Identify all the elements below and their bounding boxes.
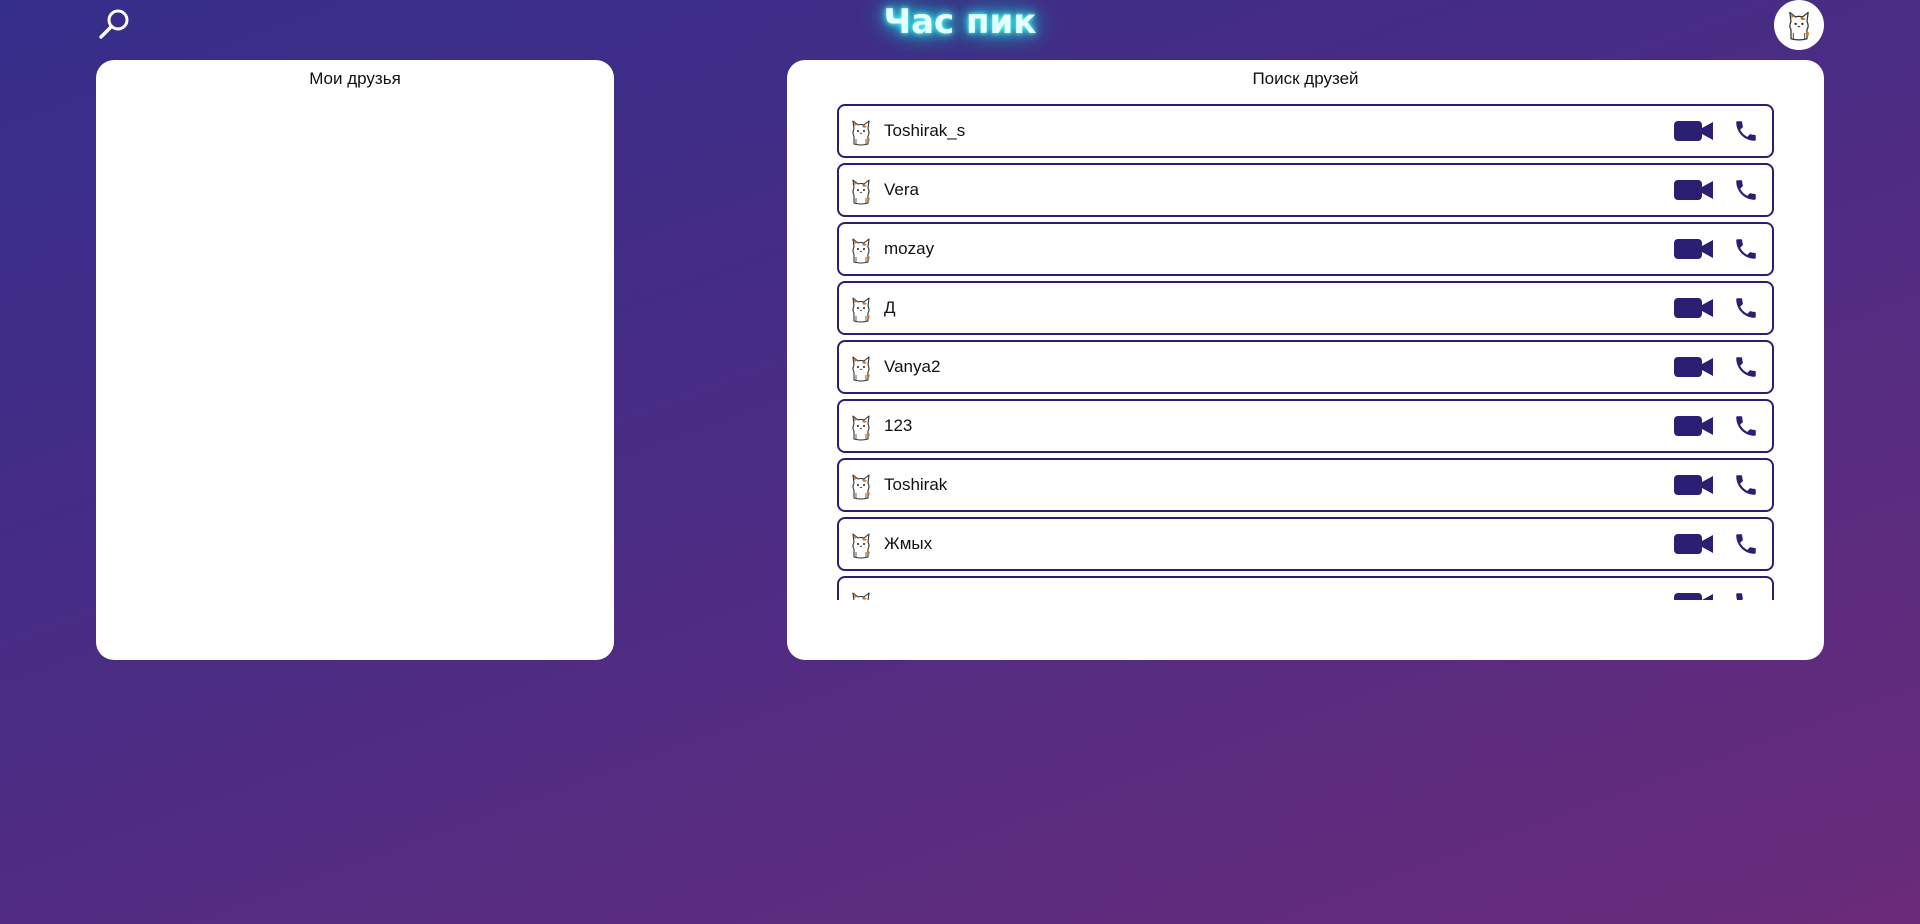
phone-icon xyxy=(1736,239,1756,259)
phone-icon xyxy=(1736,357,1756,377)
video-call-button[interactable] xyxy=(1673,473,1715,497)
my-friends-title: Мои друзья xyxy=(309,69,401,88)
cat-avatar-icon xyxy=(847,589,875,600)
cat-avatar-icon xyxy=(847,530,875,560)
phone-icon xyxy=(1736,593,1743,600)
video-call-button[interactable] xyxy=(1673,532,1715,556)
video-camera-icon xyxy=(1674,416,1713,436)
my-friends-panel: Мои друзья xyxy=(96,60,614,660)
app-title: Час пик xyxy=(883,2,1037,42)
search-results-list[interactable]: Toshirak_s Vera mozay Д Vanya2 123 Toshi… xyxy=(837,104,1774,600)
search-result-row[interactable] xyxy=(837,576,1774,600)
video-call-button[interactable] xyxy=(1673,355,1715,379)
search-result-row[interactable]: Жмых xyxy=(837,517,1774,571)
video-call-button[interactable] xyxy=(1673,237,1715,261)
user-name: Toshirak xyxy=(884,475,948,494)
video-camera-icon xyxy=(1674,121,1713,141)
cat-avatar-icon xyxy=(847,117,875,147)
voice-call-button[interactable] xyxy=(1733,354,1759,380)
user-name: mozay xyxy=(884,239,935,258)
search-result-row[interactable]: Д xyxy=(837,281,1774,335)
voice-call-button[interactable] xyxy=(1733,413,1759,439)
user-name: Д xyxy=(884,298,896,317)
user-name: Vanya2 xyxy=(884,357,941,376)
friend-search-panel: Поиск друзей Toshirak_s Vera mozay Д Van… xyxy=(787,60,1824,660)
search-result-row[interactable]: Toshirak_s xyxy=(837,104,1774,158)
cat-avatar-icon xyxy=(847,353,875,383)
video-call-button[interactable] xyxy=(1673,119,1715,143)
cat-avatar-icon xyxy=(847,412,875,442)
voice-call-button[interactable] xyxy=(1733,236,1759,262)
user-name: Toshirak_s xyxy=(884,121,966,140)
user-name: Vera xyxy=(884,180,919,199)
voice-call-button[interactable] xyxy=(1733,118,1759,144)
search-result-row[interactable]: mozay xyxy=(837,222,1774,276)
video-camera-icon xyxy=(1674,239,1713,259)
search-result-row[interactable]: 123 xyxy=(837,399,1774,453)
video-camera-icon xyxy=(1674,357,1713,377)
user-name: Жмых xyxy=(884,534,933,553)
video-camera-icon xyxy=(1674,534,1713,554)
phone-icon xyxy=(1736,121,1756,141)
profile-avatar-button[interactable] xyxy=(1774,0,1824,50)
search-result-row[interactable]: Vera xyxy=(837,163,1774,217)
search-result-row[interactable]: Vanya2 xyxy=(837,340,1774,394)
cat-avatar-icon xyxy=(847,471,875,501)
video-call-button[interactable] xyxy=(1673,414,1715,438)
video-call-button[interactable] xyxy=(1673,178,1715,202)
video-camera-icon xyxy=(1674,475,1713,495)
phone-icon xyxy=(1736,298,1756,318)
app-header: Час пик xyxy=(0,0,1920,52)
voice-call-button[interactable] xyxy=(1733,531,1759,557)
voice-call-button[interactable] xyxy=(1733,472,1759,498)
friend-search-title: Поиск друзей xyxy=(1252,69,1359,88)
phone-icon xyxy=(1736,475,1756,495)
video-call-button[interactable] xyxy=(1673,296,1715,320)
user-name: 123 xyxy=(884,416,913,435)
phone-icon xyxy=(1736,416,1756,436)
video-camera-icon xyxy=(1674,180,1713,200)
cat-avatar-icon xyxy=(1789,11,1810,41)
video-call-button[interactable] xyxy=(1673,591,1715,600)
voice-call-button[interactable] xyxy=(1733,590,1759,600)
voice-call-button[interactable] xyxy=(1733,177,1759,203)
video-camera-icon xyxy=(1674,593,1713,600)
cat-avatar-icon xyxy=(847,294,875,324)
cat-avatar-icon xyxy=(847,235,875,265)
cat-avatar-icon xyxy=(847,176,875,206)
video-camera-icon xyxy=(1674,298,1713,318)
phone-icon xyxy=(1736,180,1756,200)
voice-call-button[interactable] xyxy=(1733,295,1759,321)
search-result-row[interactable]: Toshirak xyxy=(837,458,1774,512)
phone-icon xyxy=(1736,534,1756,554)
